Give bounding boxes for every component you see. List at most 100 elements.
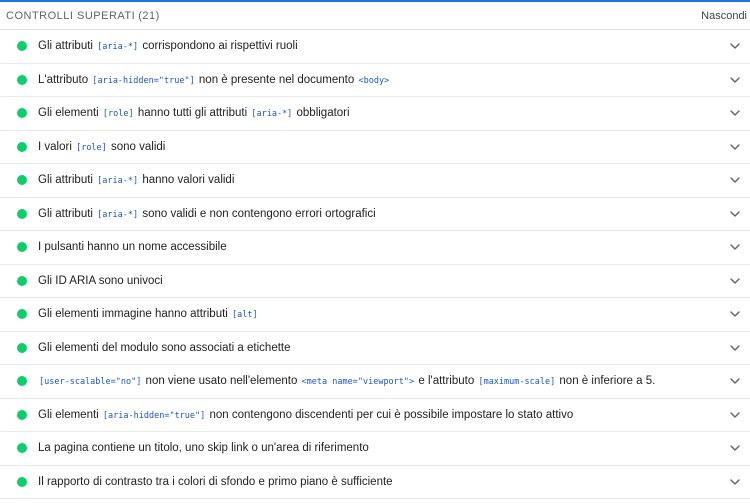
group-count: (21) [138,9,160,22]
pass-dot-icon [17,208,27,219]
audit-title: Gli ID ARIA sono univoci [38,275,727,287]
audit-title: [user-scalable="no"] non viene usato nel… [38,375,727,387]
audit-title: La pagina contiene un titolo, uno skip l… [38,442,727,454]
group-title: CONTROLLI SUPERATI (21) [6,10,160,22]
audit-list: Gli attributi [aria-*] corrispondono ai … [0,30,750,499]
audit-title: Gli elementi del modulo sono associati a… [38,342,727,354]
audit-row-image-alt[interactable]: Gli elementi immagine hanno attributi [a… [0,298,750,332]
pass-dot-icon [17,175,27,186]
audit-code-snippet: [aria-*] [251,109,293,120]
audit-title-text: Gli attributi [38,174,97,187]
audit-row-bypass[interactable]: La pagina contiene un titolo, uno skip l… [0,432,750,466]
chevron-down-icon[interactable] [727,139,743,155]
audit-code-snippet: [aria-*] [97,42,139,53]
audit-row-label[interactable]: Gli elementi del modulo sono associati a… [0,332,750,365]
audit-title: Gli elementi [role] hanno tutti gli attr… [38,107,727,119]
audit-title: Gli attributi [aria-*] corrispondono ai … [38,40,727,52]
pass-dot-icon [17,476,27,487]
audit-title-text: L'attributo [38,73,92,86]
pass-dot-icon [17,141,27,152]
audit-code-snippet: [aria-*] [97,209,139,220]
audit-row-aria-allowed-attr[interactable]: Gli attributi [aria-*] corrispondono ai … [0,30,750,64]
audit-title-text: I pulsanti hanno un nome accessibile [38,241,227,254]
audit-title-text: Gli elementi immagine hanno attributi [38,308,232,321]
audit-title-text: non viene usato nell'elemento [142,375,301,388]
audit-title-text: Gli elementi [38,408,102,421]
audit-title-text: hanno valori validi [139,174,235,187]
audit-code-snippet: [role] [102,109,134,120]
chevron-down-icon[interactable] [727,206,743,222]
audit-title: I valori [role] sono validi [38,141,727,153]
audit-row-aria-valid-attr[interactable]: Gli attributi [aria-*] sono validi e non… [0,198,750,231]
pass-dot-icon [17,409,27,420]
pass-dot-icon [17,443,27,454]
audit-code-snippet: <meta name="viewport"> [301,377,415,388]
audit-row-aria-hidden-body[interactable]: L'attributo [aria-hidden="true"] non è p… [0,64,750,97]
audit-title-text: I valori [38,140,76,153]
audit-title-text: non è inferiore a 5. [556,375,656,388]
pass-dot-icon [17,309,27,320]
chevron-down-icon[interactable] [727,407,743,423]
audit-code-snippet: [aria-*] [97,176,139,187]
chevron-down-icon[interactable] [727,239,743,255]
audit-title-text: e l'attributo [415,375,478,388]
audit-title-text: corrispondono ai rispettivi ruoli [139,40,298,53]
hide-toggle-button[interactable]: Nascondi [701,10,747,22]
audit-title-text: non è presente nel documento [195,73,358,86]
chevron-down-icon[interactable] [727,105,743,121]
audit-row-aria-hidden-focus[interactable]: Gli elementi [aria-hidden="true"] non co… [0,399,750,432]
passed-audits-group: CONTROLLI SUPERATI (21) Nascondi Gli attr… [0,2,750,499]
audit-code-snippet: [alt] [232,310,258,321]
audit-title-text: Gli ID ARIA sono univoci [38,274,163,287]
audit-code-snippet: [user-scalable="no"] [39,377,142,388]
audit-title-text: obbligatori [293,107,350,120]
audit-title-text: Gli attributi [38,207,97,220]
audit-title-text: La pagina contiene un titolo, uno skip l… [38,442,369,455]
audit-title-text: non contengono discendenti per cui è pos… [206,408,574,421]
chevron-down-icon[interactable] [727,474,743,490]
audit-title: I pulsanti hanno un nome accessibile [38,241,727,253]
audit-row-color-contrast[interactable]: Il rapporto di contrasto tra i colori di… [0,466,750,499]
group-header: CONTROLLI SUPERATI (21) Nascondi [0,2,750,30]
audit-code-snippet: [aria-hidden="true"] [102,410,206,421]
audit-code-snippet: [role] [76,142,107,153]
pass-dot-icon [17,242,27,253]
chevron-down-icon[interactable] [727,340,743,356]
chevron-down-icon[interactable] [727,38,743,54]
audit-title: Gli attributi [aria-*] sono validi e non… [38,208,727,220]
audit-title-text: Il rapporto di contrasto tra i colori di… [38,475,393,488]
pass-dot-icon [17,275,27,286]
audit-row-button-name[interactable]: I pulsanti hanno un nome accessibile [0,231,750,265]
audit-title-text: Gli attributi [38,40,97,53]
audit-row-meta-viewport[interactable]: [user-scalable="no"] non viene usato nel… [0,365,750,399]
audit-row-aria-roles[interactable]: I valori [role] sono validi [0,131,750,164]
audit-row-aria-required-attr[interactable]: Gli elementi [role] hanno tutti gli attr… [0,97,750,131]
audit-title-text: Gli elementi [38,107,102,120]
audit-code-snippet: [maximum-scale] [478,377,556,388]
chevron-down-icon[interactable] [727,172,743,188]
audit-title: L'attributo [aria-hidden="true"] non è p… [38,74,727,86]
audit-title-text: sono validi e non contengono errori orto… [139,207,376,220]
audit-title: Gli elementi immagine hanno attributi [a… [38,308,727,320]
pass-dot-icon [17,74,27,85]
group-title-label: CONTROLLI SUPERATI [6,9,136,22]
audit-row-duplicate-id-aria[interactable]: Gli ID ARIA sono univoci [0,265,750,298]
audit-title-text: sono validi [107,140,166,153]
chevron-down-icon[interactable] [727,440,743,456]
audit-title: Gli elementi [aria-hidden="true"] non co… [38,409,727,421]
audit-title: Gli attributi [aria-*] hanno valori vali… [38,174,727,186]
chevron-down-icon[interactable] [727,72,743,88]
audit-code-snippet: <body> [358,75,390,86]
pass-dot-icon [17,108,27,119]
chevron-down-icon[interactable] [727,373,743,389]
pass-dot-icon [17,41,27,52]
audit-title-text: hanno tutti gli attributi [134,107,251,120]
pass-dot-icon [17,342,27,353]
audit-code-snippet: [aria-hidden="true"] [92,75,195,86]
chevron-down-icon[interactable] [727,306,743,322]
audit-row-aria-valid-attr-value[interactable]: Gli attributi [aria-*] hanno valori vali… [0,164,750,198]
chevron-down-icon[interactable] [727,273,743,289]
audit-title: Il rapporto di contrasto tra i colori di… [38,476,727,488]
pass-dot-icon [17,376,27,387]
audit-title-text: Gli elementi del modulo sono associati a… [38,341,291,354]
